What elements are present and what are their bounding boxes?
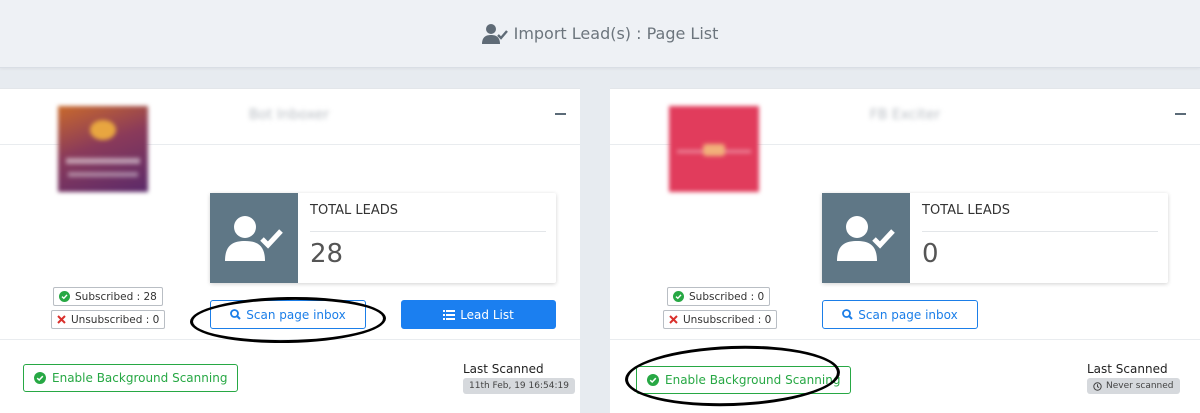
subscribed-badge: Subscribed : 0 (667, 287, 771, 306)
user-check-icon (822, 193, 910, 283)
subscribed-badge: Subscribed : 28 (53, 287, 163, 306)
divider (922, 231, 1158, 232)
total-leads-value: 28 (310, 239, 344, 269)
total-leads-label: TOTAL LEADS (310, 203, 398, 218)
page-avatar (669, 106, 759, 192)
times-icon (669, 315, 678, 324)
search-icon (842, 309, 854, 320)
user-check-icon (481, 23, 508, 44)
list-icon (443, 309, 456, 320)
last-scanned-label: Last Scanned (1087, 362, 1168, 376)
lead-list-button[interactable]: Lead List (401, 300, 556, 329)
total-leads-box: TOTAL LEADS 28 (210, 193, 556, 283)
total-leads-box: TOTAL LEADS 0 (822, 193, 1168, 283)
page-avatar (58, 106, 148, 192)
last-scanned-badge: 11th Feb, 19 16:54:19 (463, 378, 575, 394)
last-scanned-badge: Never scanned (1087, 378, 1180, 394)
user-check-icon (210, 193, 298, 283)
total-leads-label: TOTAL LEADS (922, 203, 1010, 218)
collapse-icon[interactable] (1175, 113, 1186, 115)
unsubscribed-badge: Unsubscribed : 0 (51, 310, 166, 329)
divider (610, 339, 1200, 340)
unsubscribed-badge: Unsubscribed : 0 (663, 310, 778, 329)
check-circle-icon (34, 372, 46, 384)
check-circle-icon (673, 291, 684, 302)
last-scanned-label: Last Scanned (463, 362, 544, 376)
collapse-icon[interactable] (555, 113, 566, 115)
page-header: Import Lead(s) : Page List (0, 0, 1200, 68)
enable-background-scanning-button[interactable]: Enable Background Scanning (23, 364, 239, 392)
scan-page-inbox-button[interactable]: Scan page inbox (822, 300, 978, 329)
times-icon (57, 315, 66, 324)
check-circle-icon (59, 291, 70, 302)
page-title: Import Lead(s) : Page List (513, 24, 719, 43)
total-leads-value: 0 (922, 239, 939, 269)
clock-icon (1093, 381, 1102, 391)
divider (310, 231, 546, 232)
